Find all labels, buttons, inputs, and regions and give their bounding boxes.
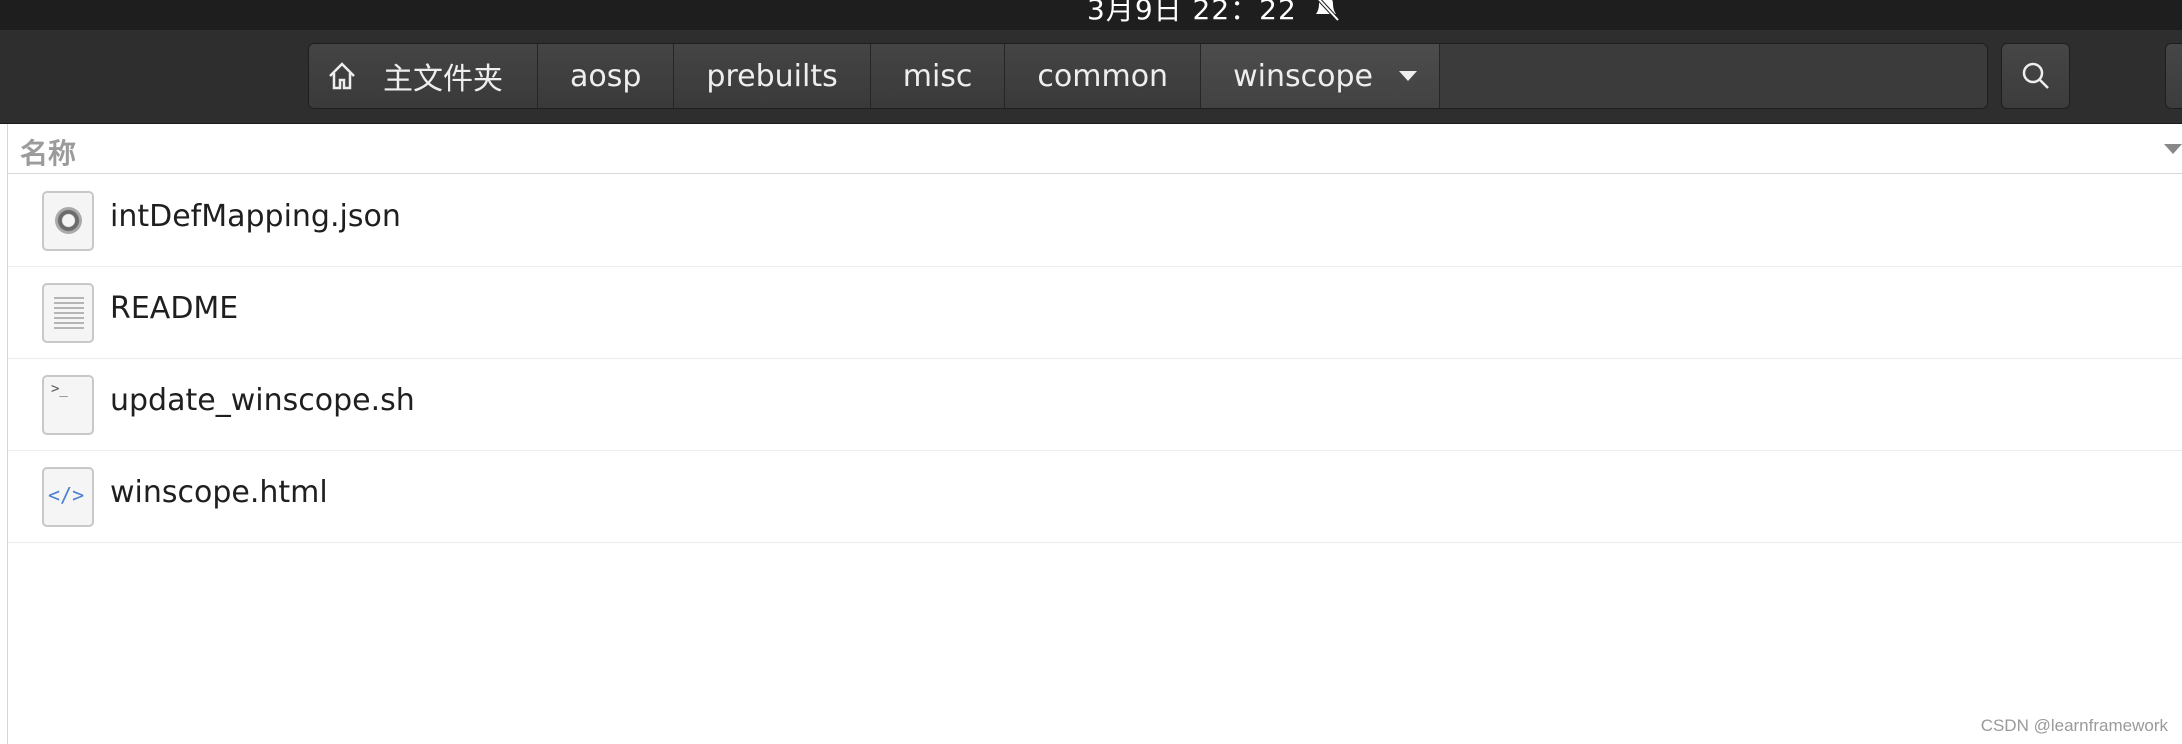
search-icon (2022, 62, 2049, 89)
crumb-common[interactable]: common (1005, 44, 1202, 108)
crumb-home[interactable]: 主文件夹 (309, 44, 538, 108)
crumb-winscope-label: winscope (1233, 58, 1373, 94)
file-row[interactable]: </> winscope.html (8, 451, 2182, 543)
file-row[interactable]: intDefMapping.json (8, 175, 2182, 267)
script-file-icon: >_ (42, 375, 94, 435)
column-header-label: 名称 (20, 137, 77, 170)
json-file-icon (42, 191, 94, 251)
text-file-icon (42, 283, 94, 343)
column-header-name[interactable]: 名称 (8, 124, 2182, 174)
bell-muted-icon[interactable] (1310, 0, 1342, 22)
system-top-bar: 3月9日 22：22 (0, 0, 2182, 30)
clock[interactable]: 3月9日 22：22 (1087, 0, 1297, 28)
html-file-icon: </> (42, 467, 94, 527)
watermark: CSDN @learnframework (1980, 716, 2168, 735)
json-swirl (55, 207, 82, 234)
code-glyph: </> (48, 483, 85, 507)
breadcrumb: 主文件夹 aosp prebuilts misc common winscope (308, 43, 1988, 109)
home-icon (329, 62, 355, 90)
view-options-button[interactable] (2165, 43, 2182, 109)
crumb-misc[interactable]: misc (870, 44, 1006, 108)
file-name: intDefMapping.json (110, 199, 401, 234)
search-button[interactable] (2001, 43, 2070, 109)
file-list-view: 名称 intDefMapping.json README >_ update_w… (0, 124, 2182, 744)
crumb-winscope[interactable]: winscope (1201, 44, 1440, 108)
sort-arrow-icon[interactable] (2164, 144, 2182, 154)
header-bar: 主文件夹 aosp prebuilts misc common winscope (0, 30, 2182, 124)
file-row[interactable]: README (8, 267, 2182, 359)
crumb-prebuilts[interactable]: prebuilts (674, 44, 871, 108)
terminal-prompt-glyph: >_ (51, 381, 68, 397)
text-lines (54, 297, 84, 332)
file-name: update_winscope.sh (110, 383, 415, 418)
file-name: README (110, 291, 239, 326)
file-row[interactable]: >_ update_winscope.sh (8, 359, 2182, 451)
file-name: winscope.html (110, 475, 328, 510)
file-rows: intDefMapping.json README >_ update_wins… (8, 175, 2182, 543)
crumb-home-label: 主文件夹 (383, 62, 503, 97)
chevron-down-icon[interactable] (1398, 71, 1417, 81)
crumb-aosp[interactable]: aosp (538, 44, 675, 108)
